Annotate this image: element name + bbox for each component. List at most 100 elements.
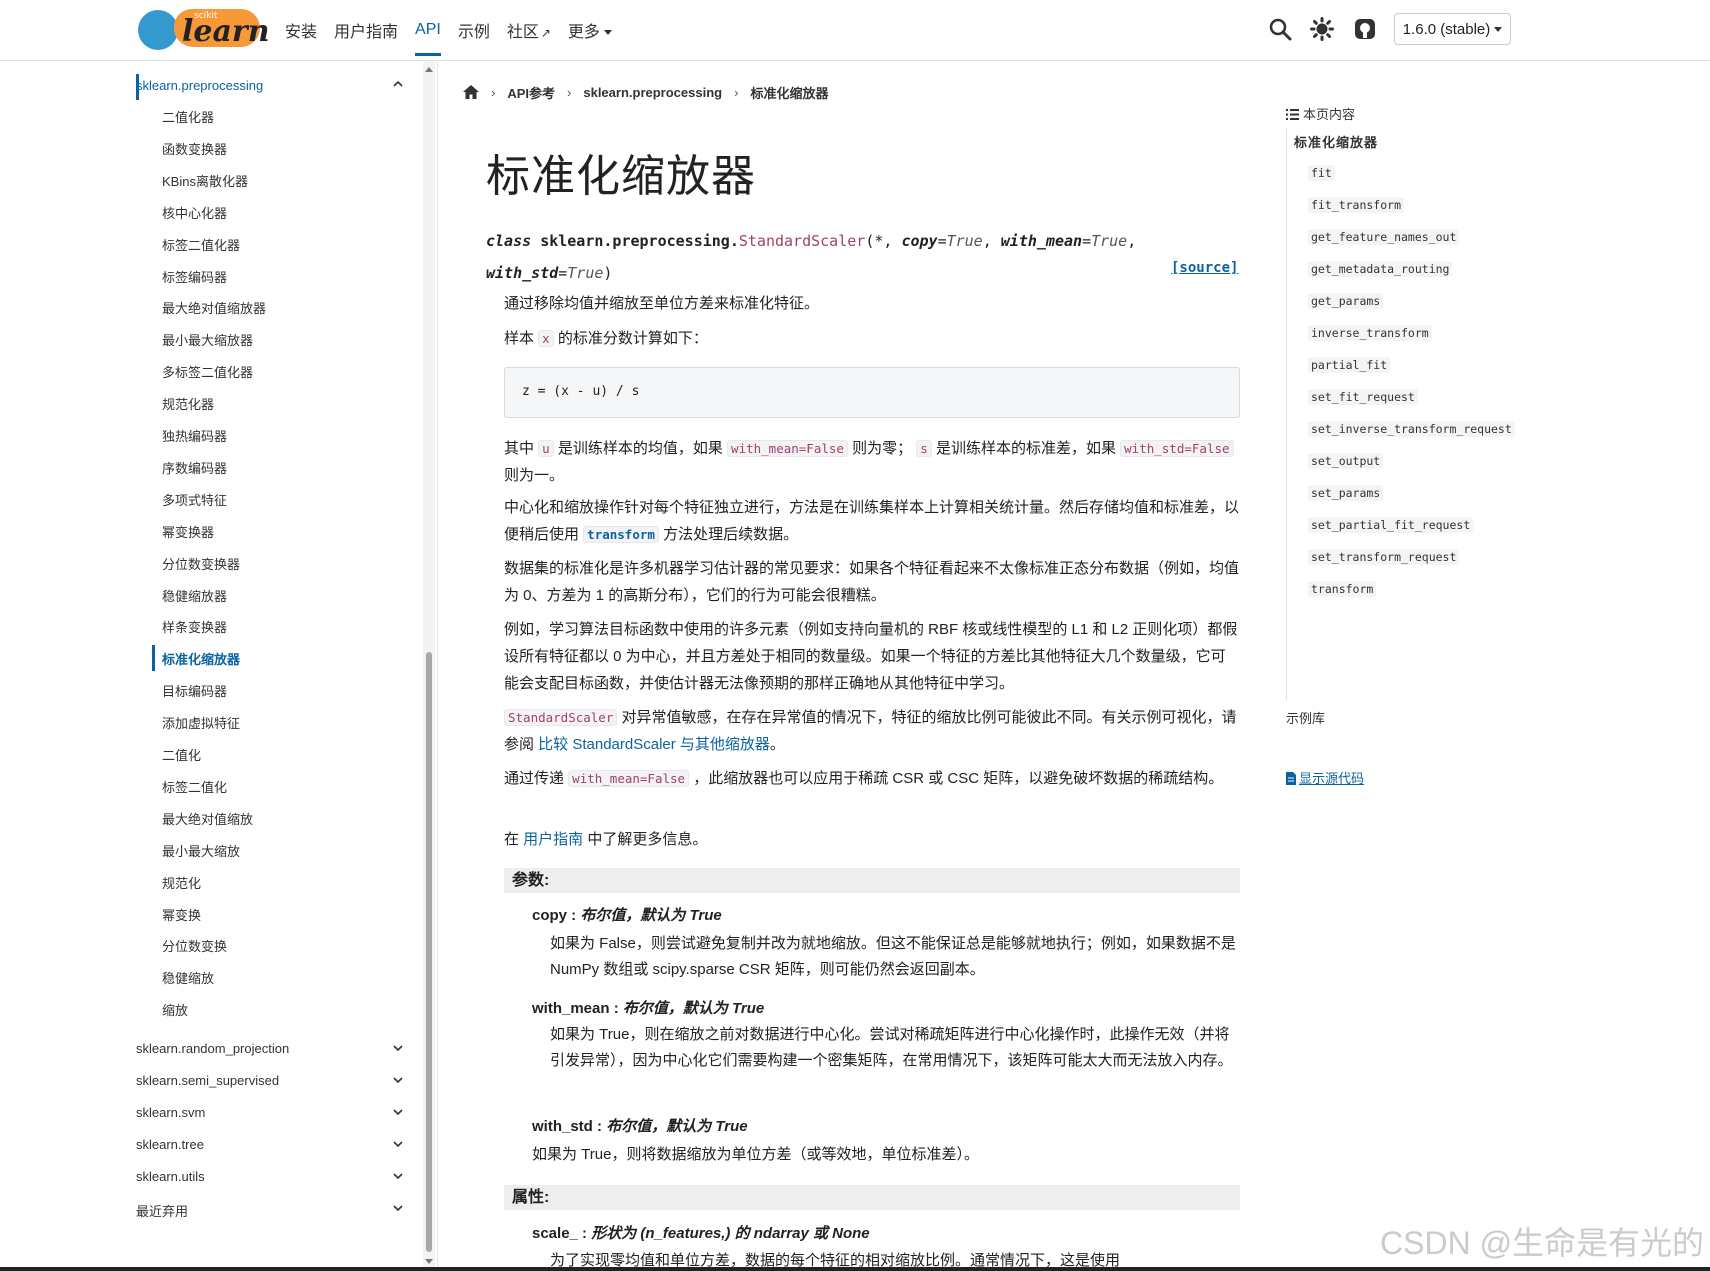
sidebar-module[interactable]: 最近弃用 xyxy=(136,1201,188,1220)
sidebar-module[interactable]: sklearn.random_projection xyxy=(136,1041,289,1056)
sidebar-item[interactable]: 稳健缩放 xyxy=(162,968,214,987)
chevron-up-icon[interactable] xyxy=(393,79,403,89)
mean-std-paragraph: 其中 u 是训练样本的均值，如果 with_mean=False 则为零； s … xyxy=(504,435,1240,489)
toc-gallery-link[interactable]: 示例库 xyxy=(1286,708,1325,727)
sidebar-item[interactable]: 样条变换器 xyxy=(162,617,227,636)
sidebar-item[interactable]: 幂变换器 xyxy=(162,522,214,541)
sidebar-item[interactable]: 最大绝对值缩放 xyxy=(162,809,253,828)
sidebar-item[interactable]: 分位数变换器 xyxy=(162,554,240,573)
sidebar-item[interactable]: 标签二值化 xyxy=(162,777,227,796)
sidebar-item[interactable]: 最小最大缩放 xyxy=(162,841,240,860)
toc-method-link[interactable]: set_output xyxy=(1308,453,1384,469)
param-copy-type: 布尔值，默认为 True xyxy=(580,907,722,924)
chevron-down-icon[interactable] xyxy=(393,1203,403,1213)
formula-code-block: z = (x - u) / s xyxy=(504,367,1240,418)
class-signature-line1: class sklearn.preprocessing.StandardScal… xyxy=(486,232,1137,250)
nav-community[interactable]: 社区 ↗ xyxy=(507,12,551,48)
parameters-heading: 参数: xyxy=(504,868,1240,893)
github-icon[interactable] xyxy=(1353,17,1377,41)
sig-param-with-mean: with_mean xyxy=(1000,232,1083,250)
toc-method-link[interactable]: transform xyxy=(1308,581,1377,597)
nav-api[interactable]: API xyxy=(415,15,441,56)
breadcrumb-module[interactable]: sklearn.preprocessing xyxy=(583,85,722,100)
show-source-link[interactable]: 显示源代码 xyxy=(1286,768,1364,787)
param-with-std-type: 布尔值，默认为 True xyxy=(606,1118,748,1135)
sidebar-item[interactable]: 多项式特征 xyxy=(162,490,227,509)
toc-method-link[interactable]: partial_fit xyxy=(1308,357,1391,373)
theme-toggle-icon[interactable] xyxy=(1310,17,1334,41)
transform-link[interactable]: transform xyxy=(583,526,659,543)
sidebar-item[interactable]: 标签编码器 xyxy=(162,267,227,286)
scikit-learn-logo[interactable]: scikit learn xyxy=(136,5,270,55)
p2-code: x xyxy=(538,330,554,347)
source-link[interactable]: [source] xyxy=(1171,260,1238,276)
csdn-watermark: CSDN @生命是有光的 xyxy=(1380,1225,1705,1261)
version-switcher[interactable]: 1.6.0 (stable) xyxy=(1394,13,1511,45)
param-with-mean-label: with_mean xyxy=(532,1000,610,1017)
sig-param-copy: copy xyxy=(901,232,938,250)
sidebar-item[interactable]: 添加虚拟特征 xyxy=(162,713,240,732)
nav-install[interactable]: 安装 xyxy=(285,12,317,48)
sidebar-item[interactable]: 核中心化器 xyxy=(162,203,227,222)
toc-class-link[interactable]: 标准化缩放器 xyxy=(1294,132,1378,151)
toc-method-link[interactable]: set_inverse_transform_request xyxy=(1308,421,1515,437)
sidebar-module[interactable]: sklearn.semi_supervised xyxy=(136,1073,279,1088)
sidebar-module-preprocessing[interactable]: sklearn.preprocessing xyxy=(136,78,263,93)
nav-user-guide[interactable]: 用户指南 xyxy=(334,12,398,48)
toc-rule xyxy=(1286,128,1287,700)
sidebar-item[interactable]: 缩放 xyxy=(162,1000,188,1019)
sidebar-item[interactable]: 规范化 xyxy=(162,873,201,892)
nav-more-dropdown[interactable]: 更多 xyxy=(568,12,612,48)
scroll-down-arrow-icon[interactable] xyxy=(425,1257,433,1265)
toc-method-link[interactable]: get_feature_names_out xyxy=(1308,229,1460,245)
breadcrumb-api[interactable]: API参考 xyxy=(507,83,555,102)
sidebar-item[interactable]: 最小最大缩放器 xyxy=(162,330,253,349)
sidebar-item[interactable]: 幂变换 xyxy=(162,905,201,924)
sidebar-scrollbar[interactable] xyxy=(423,62,435,1267)
user-guide-link[interactable]: 用户指南 xyxy=(523,831,583,848)
chevron-down-icon[interactable] xyxy=(393,1075,403,1085)
p9-b: 中了解更多信息。 xyxy=(583,831,708,848)
sidebar-item[interactable]: 最大绝对值缩放器 xyxy=(162,298,266,317)
toc-method-link[interactable]: inverse_transform xyxy=(1308,325,1432,341)
sidebar-item[interactable]: KBins离散化器 xyxy=(162,171,248,190)
toc-method-link[interactable]: fit xyxy=(1308,165,1335,181)
toc-method-link[interactable]: set_transform_request xyxy=(1308,549,1460,565)
toc-method-link[interactable]: get_metadata_routing xyxy=(1308,261,1453,277)
sidebar-item[interactable]: 目标编码器 xyxy=(162,681,227,700)
sidebar-module[interactable]: sklearn.svm xyxy=(136,1105,205,1120)
toc-method-link[interactable]: set_params xyxy=(1308,485,1384,501)
nav-examples[interactable]: 示例 xyxy=(458,12,490,48)
chevron-down-icon[interactable] xyxy=(393,1043,403,1053)
p3-code-with-mean: with_mean=False xyxy=(727,440,848,457)
sidebar-item[interactable]: 稳健缩放器 xyxy=(162,586,227,605)
toc-method-link[interactable]: fit_transform xyxy=(1308,197,1405,213)
chevron-down-icon[interactable] xyxy=(393,1171,403,1181)
attr-scale-sep: : xyxy=(577,1225,592,1242)
sidebar-item[interactable]: 序数编码器 xyxy=(162,458,227,477)
left-sidebar: sklearn.preprocessing 二值化器函数变换器 KBins离散化器… xyxy=(130,62,430,1267)
compare-scalers-link[interactable]: 比较 StandardScaler 与其他缩放器 xyxy=(538,736,770,753)
sidebar-item[interactable]: 二值化器 xyxy=(162,107,214,126)
toc-method-link[interactable]: set_partial_fit_request xyxy=(1308,517,1474,533)
sidebar-module[interactable]: sklearn.utils xyxy=(136,1169,205,1184)
sidebar-item[interactable]: 独热编码器 xyxy=(162,426,227,445)
home-icon[interactable] xyxy=(463,85,479,99)
sidebar-item[interactable]: 规范化器 xyxy=(162,394,214,413)
chevron-down-icon[interactable] xyxy=(393,1139,403,1149)
sidebar-item[interactable]: 标准化缩放器 xyxy=(162,649,240,668)
sidebar-item[interactable]: 标签二值化器 xyxy=(162,235,240,254)
p2-a: 样本 xyxy=(504,330,539,347)
toc-method-link[interactable]: get_params xyxy=(1308,293,1384,309)
sidebar-item[interactable]: 二值化 xyxy=(162,745,201,764)
scroll-thumb[interactable] xyxy=(426,652,432,1252)
search-icon[interactable] xyxy=(1268,17,1292,41)
scroll-up-arrow-icon[interactable] xyxy=(425,66,433,74)
chevron-down-icon[interactable] xyxy=(393,1107,403,1117)
toc-method-link[interactable]: set_fit_request xyxy=(1308,389,1418,405)
sidebar-module[interactable]: sklearn.tree xyxy=(136,1137,204,1152)
sidebar-item[interactable]: 多标签二值化器 xyxy=(162,362,253,381)
sidebar-item[interactable]: 函数变换器 xyxy=(162,139,227,158)
sidebar-item[interactable]: 分位数变换 xyxy=(162,936,227,955)
logo-big-text: learn xyxy=(182,14,270,49)
